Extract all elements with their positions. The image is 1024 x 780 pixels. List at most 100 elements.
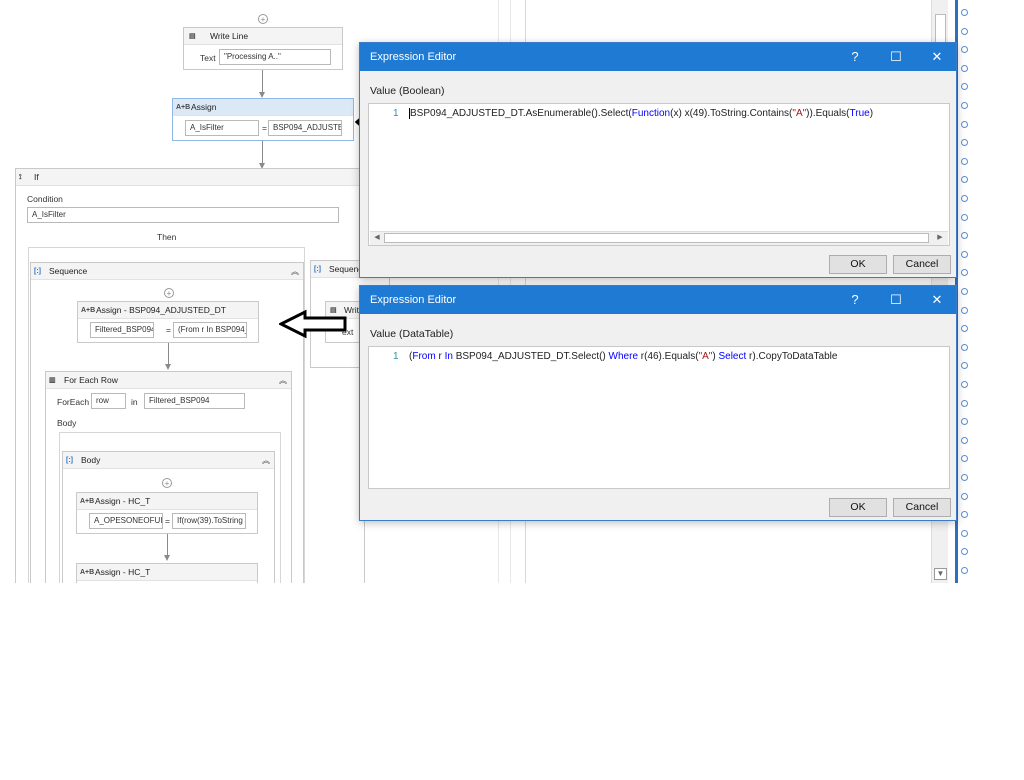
- foreach-label: ForEach: [57, 397, 90, 407]
- assign-equals-label: =: [262, 123, 267, 133]
- then-label: Then: [157, 232, 177, 242]
- sequence-left-activity[interactable]: [:] Sequence ︽ + A+B Assign - BSP094_ADJ…: [30, 262, 304, 583]
- assign-activity[interactable]: A+B Assign A_IsFilter = BSP094_ADJUSTED_: [172, 98, 354, 141]
- side-panel-item-icon[interactable]: [961, 400, 968, 407]
- line-number: 1: [393, 351, 399, 362]
- assign-value-field[interactable]: BSP094_ADJUSTED_: [268, 120, 342, 136]
- if-icon: ⟟: [19, 174, 22, 181]
- if-activity[interactable]: ⟟ If Condition A_IsFilter Then [:] Seque…: [15, 168, 365, 583]
- side-panel-item-icon[interactable]: [961, 307, 968, 314]
- expression-editor-boolean[interactable]: Expression Editor ? ☐ ✕ Value (Boolean) …: [359, 42, 957, 278]
- body-title-text: Body: [81, 455, 101, 465]
- connector-arrow: [165, 364, 171, 370]
- side-panel-item-icon[interactable]: [961, 121, 968, 128]
- expression-editor-datatable[interactable]: Expression Editor ? ☐ ✕ Value (DataTable…: [359, 285, 957, 521]
- value-type-label: Value (Boolean): [370, 85, 445, 97]
- side-panel-item-icon[interactable]: [961, 46, 968, 53]
- cancel-button[interactable]: Cancel: [893, 255, 951, 274]
- collapse-icon[interactable]: ︽: [291, 263, 299, 280]
- close-icon[interactable]: ✕: [917, 43, 957, 71]
- side-panel-item-icon[interactable]: [961, 344, 968, 351]
- side-panel-item-icon[interactable]: [961, 548, 968, 555]
- help-icon[interactable]: ?: [835, 43, 875, 71]
- side-panel-item-icon[interactable]: [961, 251, 968, 258]
- collapse-icon[interactable]: ︽: [262, 452, 270, 469]
- connector-line: [168, 343, 169, 365]
- foreach-item-field[interactable]: row: [91, 393, 126, 409]
- side-panel-item-icon[interactable]: [961, 158, 968, 165]
- scroll-right-icon[interactable]: ▶: [935, 233, 945, 243]
- side-panel-item-icon[interactable]: [961, 437, 968, 444]
- for-each-title: ▥ For Each Row ︽: [46, 372, 291, 389]
- foreach-collection-field[interactable]: Filtered_BSP094: [144, 393, 245, 409]
- side-panel-item-icon[interactable]: [961, 455, 968, 462]
- assign-bsp-value-field[interactable]: (From r In BSP094_: [173, 322, 247, 338]
- collapse-icon[interactable]: ︽: [279, 372, 287, 389]
- side-panel-item-icon[interactable]: [961, 362, 968, 369]
- scroll-down-icon[interactable]: ▼: [934, 568, 947, 580]
- side-panel-item-icon[interactable]: [961, 65, 968, 72]
- assign-bsp-to-field[interactable]: Filtered_BSP094: [90, 322, 154, 338]
- code-keyword: In: [444, 351, 453, 362]
- condition-field[interactable]: A_IsFilter: [27, 207, 339, 223]
- side-panel-item-icon[interactable]: [961, 214, 968, 221]
- if-title-text: If: [34, 172, 39, 182]
- side-panel-item-icon[interactable]: [961, 9, 968, 16]
- side-panel-item-icon[interactable]: [961, 511, 968, 518]
- expression-code-editor[interactable]: 1 BSP094_ADJUSTED_DT.AsEnumerable().Sele…: [368, 103, 950, 246]
- ok-button[interactable]: OK: [829, 255, 887, 274]
- scroll-left-icon[interactable]: ◀: [372, 233, 382, 243]
- sequence-right-title-text: Sequenc: [329, 264, 363, 274]
- assign-hct-to-field[interactable]: A_OPESONEOFUID: [89, 513, 163, 529]
- line-number: 1: [393, 108, 399, 119]
- connector-line: [262, 141, 263, 163]
- then-container[interactable]: [:] Sequence ︽ + A+B Assign - BSP094_ADJ…: [28, 247, 305, 583]
- add-activity-icon[interactable]: +: [258, 14, 268, 24]
- side-panel-item-icon[interactable]: [961, 83, 968, 90]
- add-activity-icon[interactable]: +: [164, 288, 174, 298]
- code-token: ): [869, 108, 874, 119]
- scrollbar-thumb[interactable]: [935, 14, 946, 44]
- body-label: Body: [57, 418, 77, 428]
- side-panel-item-icon[interactable]: [961, 288, 968, 295]
- side-panel-item-icon[interactable]: [961, 139, 968, 146]
- body-sequence-activity[interactable]: [:] Body ︽ + A+B Assign - HC_T A_OPESONE…: [62, 451, 275, 583]
- write-line-activity[interactable]: ▤ Write Line Text "Processing A..": [183, 27, 343, 70]
- expression-code-editor[interactable]: 1 (From r In BSP094_ADJUSTED_DT.Select()…: [368, 346, 950, 489]
- add-activity-icon[interactable]: +: [162, 478, 172, 488]
- assign-icon: A+B: [176, 104, 191, 111]
- side-panel-item-icon[interactable]: [961, 28, 968, 35]
- assign-hct-value-field[interactable]: If(row(39).ToString: [172, 513, 246, 529]
- side-panel-item-icon[interactable]: [961, 474, 968, 481]
- side-panel-item-icon[interactable]: [961, 493, 968, 500]
- annotation-arrow-icon: [279, 309, 347, 339]
- assign-hct-activity[interactable]: A+B Assign - HC_T A_OPESONEOFUID = If(ro…: [76, 492, 258, 534]
- body-container[interactable]: [:] Body ︽ + A+B Assign - HC_T A_OPESONE…: [59, 432, 281, 583]
- side-panel-item-icon[interactable]: [961, 232, 968, 239]
- cancel-button[interactable]: Cancel: [893, 498, 951, 517]
- write-line-text-field[interactable]: "Processing A..": [219, 49, 331, 65]
- maximize-icon[interactable]: ☐: [876, 286, 916, 314]
- side-panel-item-icon[interactable]: [961, 530, 968, 537]
- side-panel-item-icon[interactable]: [961, 269, 968, 276]
- maximize-icon[interactable]: ☐: [876, 43, 916, 71]
- code-token: BSP094_ADJUSTED_DT.AsEnumerable().Select…: [409, 108, 632, 119]
- side-panel-item-icon[interactable]: [961, 567, 968, 574]
- assign-to-field[interactable]: A_IsFilter: [185, 120, 259, 136]
- assign-hct-activity-2[interactable]: A+B Assign - HC_T: [76, 563, 258, 583]
- close-icon[interactable]: ✕: [917, 286, 957, 314]
- code-string: "A": [792, 108, 807, 119]
- side-panel-item-icon[interactable]: [961, 176, 968, 183]
- horizontal-scrollbar[interactable]: ◀ ▶: [370, 231, 948, 245]
- side-panel-item-icon[interactable]: [961, 381, 968, 388]
- for-each-row-activity[interactable]: ▥ For Each Row ︽ ForEach row in Filtered…: [45, 371, 292, 583]
- side-panel-item-icon[interactable]: [961, 418, 968, 425]
- ok-button[interactable]: OK: [829, 498, 887, 517]
- side-panel-item-icon[interactable]: [961, 102, 968, 109]
- side-panel-item-icon[interactable]: [961, 325, 968, 332]
- help-icon[interactable]: ?: [835, 286, 875, 314]
- assign-bsp-activity[interactable]: A+B Assign - BSP094_ADJUSTED_DT Filtered…: [77, 301, 259, 343]
- side-panel-item-icon[interactable]: [961, 195, 968, 202]
- hscroll-thumb[interactable]: [384, 233, 929, 243]
- assign-title: A+B Assign: [173, 99, 353, 116]
